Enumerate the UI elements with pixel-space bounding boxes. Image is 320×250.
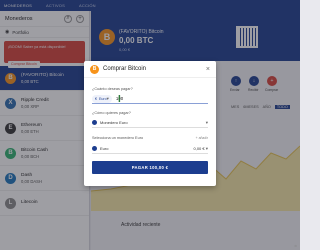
currency-label: Euro — [99, 96, 107, 101]
close-icon[interactable]: × — [206, 66, 210, 73]
app-root: MONEDEROS ACTIVOS ACCIÓN Monederos ⌕ + ◉… — [0, 0, 300, 250]
euro-wallet-select[interactable]: Euro 0,00 € ▾ — [92, 144, 208, 154]
chevron-down-icon: ▾ — [106, 95, 109, 101]
modal-header: B Comprar Bitcoin × — [84, 61, 216, 78]
euro-wallet-value: Euro — [100, 146, 109, 151]
pay-button[interactable]: PAGAR 100,00 € — [92, 161, 208, 174]
add-wallet-link[interactable]: + añadir — [196, 136, 208, 140]
modal-title: Comprar Bitcoin — [103, 66, 147, 72]
payment-method-label: ¿Cómo quieres pagar? — [92, 111, 131, 115]
amount-row: € Euro ▾ — [92, 94, 208, 104]
euro-wallet-icon — [92, 120, 97, 125]
help-icon[interactable]: ⚙ — [294, 244, 297, 248]
euro-icon: € — [95, 96, 97, 101]
payment-method-value: Monedero Euro — [100, 120, 128, 125]
euro-wallet-icon — [92, 146, 97, 151]
text-cursor-icon: I — [118, 94, 121, 105]
bitcoin-icon: B — [90, 64, 99, 74]
amount-label: ¿Cuánto deseas pagar? — [92, 87, 133, 91]
currency-selector[interactable]: € Euro ▾ — [92, 94, 112, 103]
euro-wallet-balance: 0,00 € — [193, 145, 205, 151]
chevron-down-icon: ▾ — [205, 119, 208, 125]
buy-bitcoin-modal: B Comprar Bitcoin × ¿Cuánto deseas pagar… — [84, 61, 216, 186]
payment-method-select[interactable]: Monedero Euro ▾ — [92, 118, 208, 128]
wallet-select-label: Selecciona un monedero Euro — [92, 136, 144, 140]
chevron-down-icon: ▾ — [205, 145, 208, 151]
